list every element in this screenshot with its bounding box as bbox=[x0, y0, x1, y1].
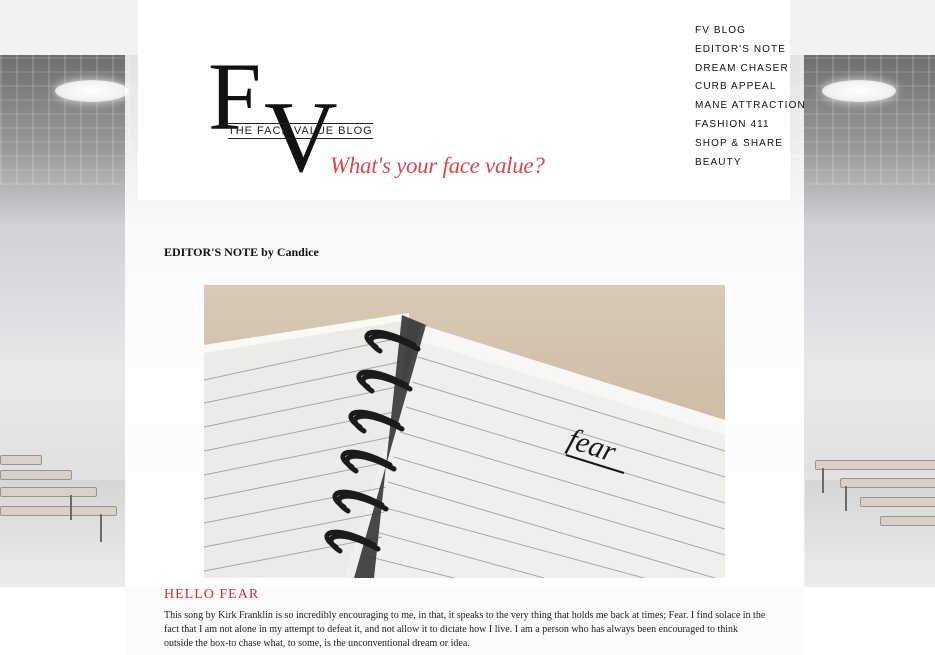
site-header: F V THE FACE VALUE BLOG What's your face… bbox=[138, 0, 790, 200]
nav-item-dream-chaser[interactable]: DREAM CHASER bbox=[695, 60, 806, 79]
nav-item-fashion-411[interactable]: FASHION 411 bbox=[695, 116, 806, 135]
post-title[interactable]: HELLO FEAR bbox=[164, 587, 259, 603]
ceiling-light-left bbox=[55, 80, 129, 102]
logo-blog-name: THE FACE VALUE BLOG bbox=[228, 123, 373, 139]
post-featured-image: fear bbox=[204, 285, 725, 578]
main-navigation: FV BLOG EDITOR'S NOTE DREAM CHASER CURB … bbox=[695, 22, 806, 172]
site-tagline: What's your face value? bbox=[330, 153, 545, 178]
nav-item-mane-attraction[interactable]: MANE ATTRACTION bbox=[695, 97, 806, 116]
site-logo[interactable]: F V THE FACE VALUE BLOG What's your face… bbox=[208, 49, 568, 195]
post-body-text: This song by Kirk Franklin is so incredi… bbox=[164, 610, 766, 649]
notebook-illustration: fear bbox=[204, 313, 725, 578]
nav-item-shop-and-share[interactable]: SHOP & SHARE bbox=[695, 135, 806, 154]
nav-item-fv-blog[interactable]: FV BLOG bbox=[695, 22, 806, 41]
ceiling-light-right bbox=[822, 80, 896, 102]
nav-item-editors-note[interactable]: EDITOR'S NOTE bbox=[695, 41, 806, 60]
nav-item-beauty[interactable]: BEAUTY bbox=[695, 154, 806, 173]
page-section-title: EDITOR'S NOTE by Candice bbox=[164, 245, 319, 259]
nav-item-curb-appeal[interactable]: CURB APPEAL bbox=[695, 78, 806, 97]
